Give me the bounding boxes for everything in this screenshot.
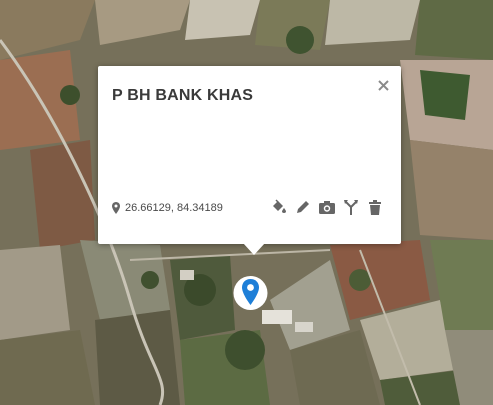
popup-title: P BH BANK KHAS <box>112 87 254 104</box>
coordinates-row: 26.66129, 84.34189 <box>112 202 223 214</box>
close-icon[interactable] <box>374 76 392 94</box>
map-marker-icon[interactable] <box>233 267 268 319</box>
camera-icon[interactable] <box>319 198 335 216</box>
location-popup: P BH BANK KHAS 26.66129, 84.34189 <box>98 66 401 255</box>
popup-toolbar <box>271 198 383 216</box>
location-pin-icon <box>112 202 120 214</box>
trash-icon[interactable] <box>367 198 383 216</box>
directions-icon[interactable] <box>343 198 359 216</box>
coordinates-text: 26.66129, 84.34189 <box>125 202 223 214</box>
pencil-icon[interactable] <box>295 198 311 216</box>
paint-bucket-icon[interactable] <box>271 198 287 216</box>
